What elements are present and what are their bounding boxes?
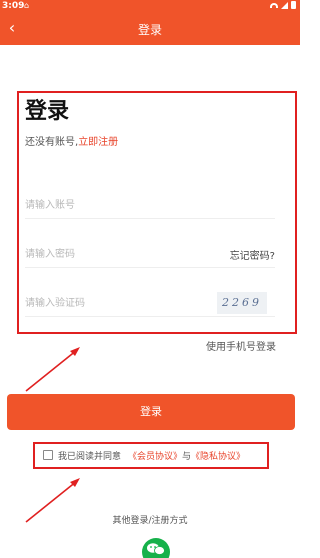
page-title: 登录 bbox=[137, 23, 162, 37]
signal-icon bbox=[281, 1, 288, 9]
wifi-icon bbox=[270, 2, 278, 8]
other-login-label: 其他登录/注册方式 bbox=[112, 516, 188, 526]
status-time: 3:09 bbox=[2, 1, 25, 11]
login-button[interactable]: 登录 bbox=[7, 394, 295, 430]
annotation-box-form bbox=[17, 91, 297, 334]
status-bar: 3:09 ⌂ bbox=[0, 0, 300, 14]
annotation-arrow-form bbox=[25, 347, 80, 392]
nav-bar: ‹ 登录 bbox=[0, 14, 300, 45]
wechat-icon bbox=[147, 543, 165, 555]
wechat-login-button[interactable] bbox=[142, 538, 170, 558]
gamepad-icon: ⌂ bbox=[24, 1, 30, 10]
battery-icon bbox=[291, 1, 296, 9]
status-indicators bbox=[270, 1, 296, 9]
annotation-box-agreement bbox=[33, 442, 269, 469]
phone-login-link[interactable]: 使用手机号登录 bbox=[206, 338, 276, 353]
